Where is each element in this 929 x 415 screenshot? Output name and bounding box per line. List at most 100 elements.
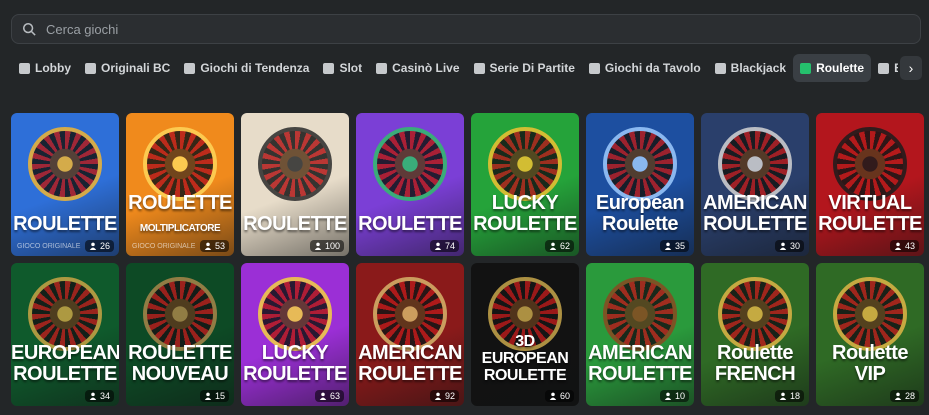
roulette-wheel-art <box>603 127 677 201</box>
table-icon <box>588 62 600 74</box>
player-count-badge: 35 <box>659 240 689 252</box>
originals-icon <box>85 62 96 74</box>
game-card[interactable]: AMERICAN ROULETTE 10 <box>586 263 694 406</box>
tab-label: Originali BC <box>101 61 171 75</box>
game-title: EUROPEAN <box>481 350 569 367</box>
tab-label: Lobby <box>35 61 71 75</box>
user-icon <box>664 242 672 250</box>
game-title: ROULETTE <box>243 363 347 385</box>
game-card[interactable]: Roulette VIP 28 <box>816 263 924 406</box>
user-icon <box>549 242 557 250</box>
tab-giochi-di-tendenza[interactable]: Giochi di Tendenza <box>177 54 316 82</box>
game-provider-label: GIOCO ORIGINALE <box>132 243 196 250</box>
game-card[interactable]: European Roulette 35 <box>586 113 694 256</box>
player-count-badge: 60 <box>544 390 574 402</box>
roulette-wheel-art <box>603 277 677 351</box>
game-card[interactable]: ROULETTE NOUVEAU 15 <box>126 263 234 406</box>
tab-label: Casinò Live <box>392 61 460 75</box>
player-count-badge: 43 <box>889 240 919 252</box>
cards-icon <box>714 62 726 74</box>
player-count: 10 <box>674 391 685 401</box>
player-count: 63 <box>329 391 340 401</box>
roulette-wheel-art <box>143 277 217 351</box>
user-icon <box>89 392 97 400</box>
roulette-wheel-art <box>258 127 332 201</box>
game-title: ROULETTE <box>473 213 577 235</box>
game-card[interactable]: Roulette FRENCH 18 <box>701 263 809 406</box>
game-card[interactable]: AMERICAN ROULETTE 92 <box>356 263 464 406</box>
tab-label: Serie Di Partite <box>489 61 575 75</box>
tab-casin-live[interactable]: Casinò Live <box>369 54 466 82</box>
player-count-badge: 26 <box>84 240 114 252</box>
tab-giochi-da-tavolo[interactable]: Giochi da Tavolo <box>582 54 708 82</box>
live-icon <box>376 62 388 74</box>
tab-baccarat[interactable]: Baccarat <box>871 54 898 82</box>
game-provider-label: GIOCO ORIGINALE <box>17 243 81 250</box>
home-icon <box>19 62 30 74</box>
game-card[interactable]: AMERICAN ROULETTE 30 <box>701 113 809 256</box>
player-count: 15 <box>214 391 225 401</box>
player-count-badge: 74 <box>429 240 459 252</box>
search-bar[interactable] <box>11 14 921 44</box>
tab-originali-bc[interactable]: Originali BC <box>78 54 177 82</box>
player-count: 53 <box>214 241 225 251</box>
game-card[interactable]: 3D EUROPEAN ROULETTE 60 <box>471 263 579 406</box>
user-icon <box>434 242 442 250</box>
tab-label: Slot <box>339 61 363 75</box>
game-title: Roulette <box>717 342 794 364</box>
game-title: AMERICAN <box>358 342 462 364</box>
game-card[interactable]: ROULETTE 100 <box>241 113 349 256</box>
tab-label: Giochi di Tendenza <box>200 61 310 75</box>
game-card[interactable]: LUCKY ROULETTE 62 <box>471 113 579 256</box>
player-count-badge: 62 <box>544 240 574 252</box>
chevron-right-icon[interactable]: › <box>900 56 922 80</box>
player-count: 60 <box>559 391 570 401</box>
game-title: ROULETTE <box>128 192 232 214</box>
roulette-wheel-art <box>718 127 792 201</box>
user-icon <box>434 392 442 400</box>
roulette-wheel-art <box>718 277 792 351</box>
player-count: 28 <box>904 391 915 401</box>
game-card[interactable]: ROULETTE GIOCO ORIGINALE 26 <box>11 113 119 256</box>
player-count: 92 <box>444 391 455 401</box>
game-card[interactable]: EUROPEAN ROULETTE 34 <box>11 263 119 406</box>
player-count: 43 <box>904 241 915 251</box>
tab-label: Giochi da Tavolo <box>604 61 701 75</box>
game-title: VIRTUAL <box>828 192 912 214</box>
game-grid: ROULETTE GIOCO ORIGINALE 26 ROULETTE MOLTIPL… <box>11 113 924 406</box>
roulette-wheel-art <box>143 127 217 201</box>
tab-slot[interactable]: Slot <box>316 54 369 82</box>
tab-lobby[interactable]: Lobby <box>12 54 78 82</box>
game-title: FRENCH <box>714 363 796 385</box>
game-card[interactable]: ROULETTE MOLTIPLICATORE GIOCO ORIGINALE 53 <box>126 113 234 256</box>
game-title: EUROPEAN <box>11 342 119 364</box>
tab-blackjack[interactable]: Blackjack <box>708 54 793 82</box>
baccarat-icon <box>878 62 890 74</box>
game-title: ROULETTE <box>818 213 922 235</box>
game-card[interactable]: VIRTUAL ROULETTE 43 <box>816 113 924 256</box>
roulette-wheel-art <box>28 127 102 201</box>
search-input[interactable] <box>44 20 848 38</box>
tab-serie-di-partite[interactable]: Serie Di Partite <box>467 54 582 82</box>
player-count: 26 <box>99 241 110 251</box>
tab-label: Roulette <box>816 61 865 75</box>
game-title: AMERICAN <box>588 342 692 364</box>
game-title: ROULETTE <box>358 363 462 385</box>
game-card[interactable]: LUCKY ROULETTE 63 <box>241 263 349 406</box>
player-count-badge: 10 <box>659 390 689 402</box>
game-card[interactable]: ROULETTE 74 <box>356 113 464 256</box>
player-count: 34 <box>99 391 110 401</box>
game-title: ROULETTE <box>13 213 117 235</box>
roulette-icon <box>800 62 812 74</box>
game-title: 3D <box>515 333 535 350</box>
player-count: 100 <box>324 241 340 251</box>
game-title: NOUVEAU <box>131 363 229 385</box>
player-count-badge: 28 <box>889 390 919 402</box>
tab-label: Blackjack <box>730 61 787 75</box>
player-count-badge: 63 <box>314 390 344 402</box>
player-count: 18 <box>789 391 800 401</box>
player-count-badge: 15 <box>199 390 229 402</box>
category-tabs: Lobby Originali BC Giochi di Tendenza Slot C… <box>12 53 898 83</box>
game-title: Roulette <box>602 213 679 235</box>
tab-roulette[interactable]: Roulette <box>793 54 872 82</box>
